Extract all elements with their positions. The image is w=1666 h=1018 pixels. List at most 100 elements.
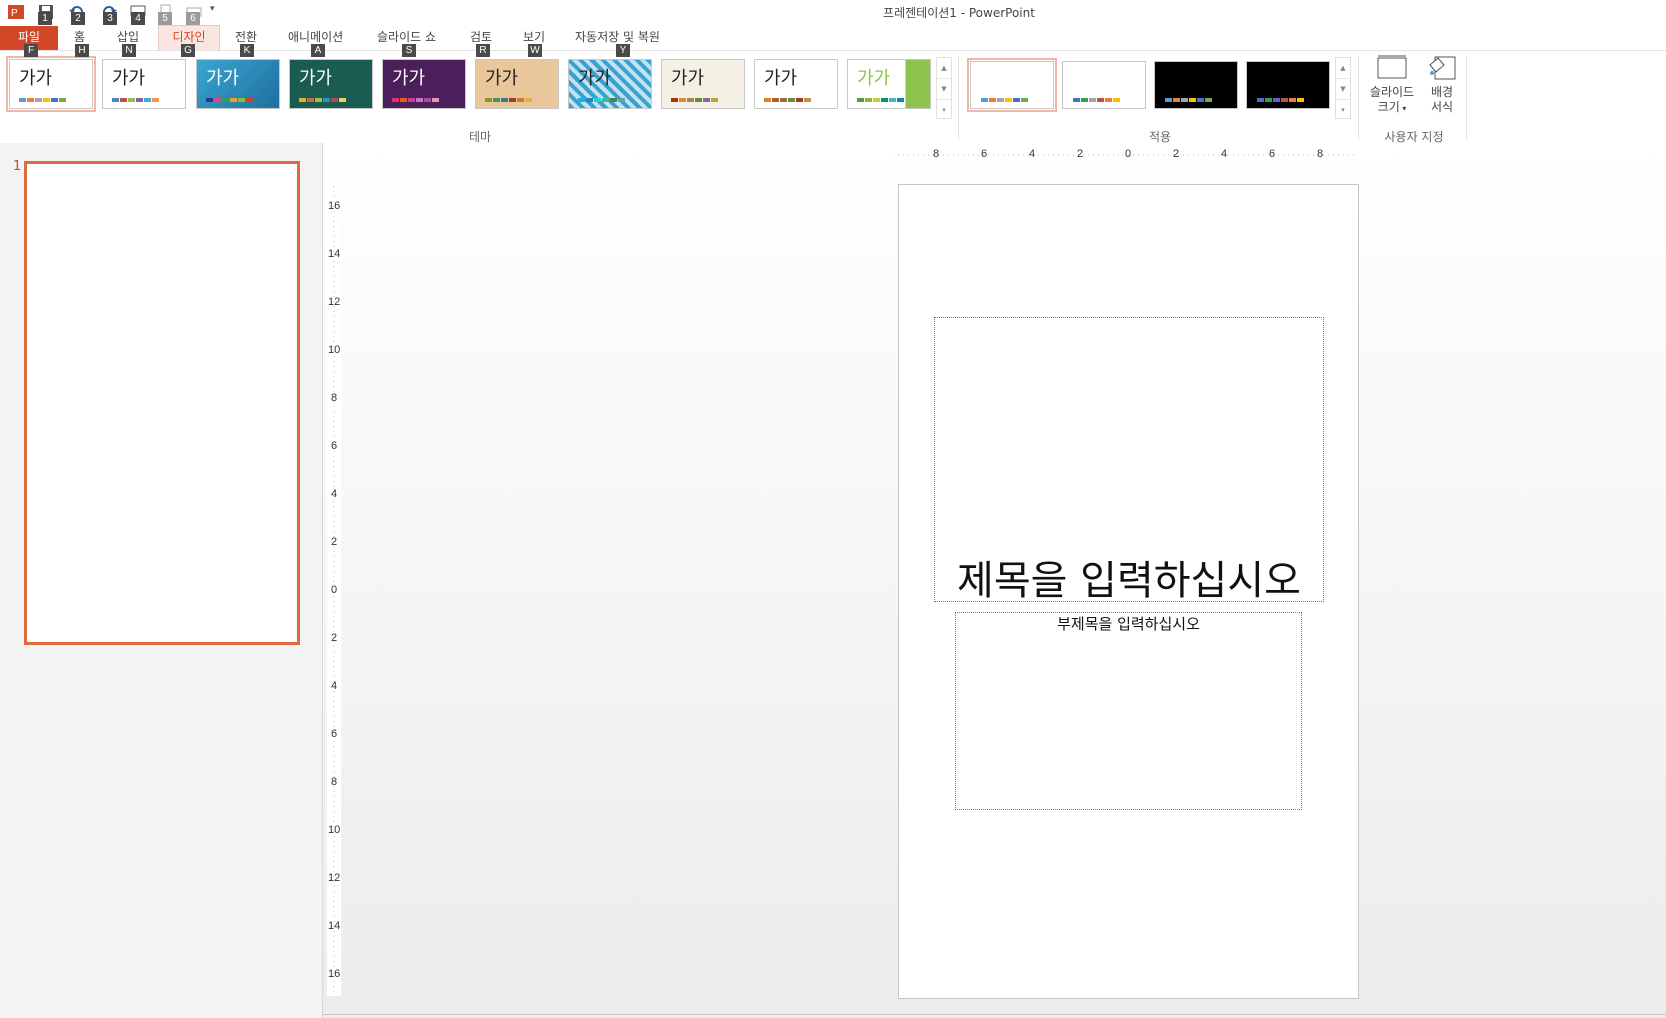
ruler-label: 6 [331,440,338,452]
variant-3[interactable] [1154,61,1238,109]
slide-size-button[interactable]: 슬라이드 크기 ▾ [1364,55,1420,116]
keytip-qat-4: 4 [131,12,145,25]
ruler-label: 2 [1173,148,1180,160]
ruler-label: 0 [1125,148,1132,160]
themes-gallery-scroller[interactable]: ▲ ▼ ▾ [936,57,952,119]
theme-office-2[interactable]: 가가 [102,59,186,109]
theme-swatches [857,98,905,102]
theme-retrospect[interactable]: 가가 [568,59,652,109]
variant-swatches [981,98,1029,102]
ruler-label: 12 [328,872,341,884]
theme-swatches [392,98,440,102]
ruler-label: 8 [331,776,338,788]
keytip-slideshow: S [402,44,416,57]
keytip-view: W [528,44,542,57]
gallery-more-icon[interactable]: ▾ [1336,100,1350,120]
keytip-qat-3: 3 [103,12,117,25]
ruler-label: 10 [328,824,341,836]
format-background-label-2: 서식 [1430,100,1454,114]
variant-swatches [1257,98,1305,102]
theme-ion[interactable]: 가가 [289,59,373,109]
ruler-label: 0 [331,584,338,596]
variant-swatches [1165,98,1213,102]
theme-sample-text: 가가 [206,68,240,89]
ruler-label: 14 [328,248,341,260]
variant-1[interactable] [967,58,1057,112]
ruler-label: 2 [331,536,338,548]
slide-size-icon [1377,55,1407,81]
gallery-down-icon[interactable]: ▼ [937,79,951,100]
ruler-label: 4 [1221,148,1228,160]
ruler-label: 2 [1077,148,1084,160]
ruler-label: 4 [331,488,338,500]
format-background-button[interactable]: 배경 서식 [1422,55,1462,115]
ruler-label: 6 [1269,148,1276,160]
ruler-label: 2 [331,632,338,644]
theme-organic[interactable]: 가가 [475,59,559,109]
theme-swatches [578,98,626,102]
subtitle-placeholder-text: 부제목을 입력하십시오 [1057,615,1200,633]
keytip-home: H [75,44,89,57]
slide-size-label-1: 슬라이드 [1369,85,1415,99]
keytip-transitions: K [240,44,254,57]
theme-sample-text: 가가 [19,68,53,89]
title-placeholder-text: 제목을 입력하십시오 [957,558,1301,604]
theme-sample-text: 가가 [392,68,426,89]
theme-swatches [299,98,347,102]
keytip-insert: N [122,44,136,57]
slide-size-label-2: 크기 [1377,100,1400,114]
theme-wisp[interactable]: 가가 [754,59,838,109]
keytip-qat-6: 6 [186,12,200,25]
theme-ion-boardroom[interactable]: 가가 [382,59,466,109]
ruler-label: 6 [331,728,338,740]
theme-facet[interactable]: 가가 [196,59,280,109]
ruler-label: 4 [1029,148,1036,160]
gallery-up-icon[interactable]: ▲ [1336,58,1350,79]
gallery-down-icon[interactable]: ▼ [1336,79,1350,100]
subtitle-placeholder[interactable] [955,612,1302,810]
theme-sample-text: 가가 [857,68,891,89]
ruler-label: 14 [328,920,341,932]
gallery-more-icon[interactable]: ▾ [937,100,951,120]
horizontal-ruler[interactable]: 8 6 4 2 0 2 4 6 8 [898,148,1358,162]
theme-sample-text: 가가 [485,68,519,89]
theme-swatches [112,98,160,102]
theme-office[interactable]: 가가 [6,56,96,112]
keytip-qat-2: 2 [71,12,85,25]
variants-gallery-scroller[interactable]: ▲ ▼ ▾ [1335,57,1351,119]
variant-2[interactable] [1062,61,1146,109]
ruler-label: 6 [981,148,988,160]
keytip-file: F [24,44,38,57]
status-divider [323,1014,1666,1015]
ruler-label: 4 [331,680,338,692]
ruler-label: 16 [328,968,341,980]
keytip-qat-1: 1 [38,12,52,25]
keytip-design: G [181,44,195,57]
ruler-label: 16 [328,200,341,212]
ribbon-tabs: 파일 홈 삽입 디자인 전환 애니메이션 슬라이드 쇼 검토 보기 자동저장 및… [0,25,1666,57]
gallery-up-icon[interactable]: ▲ [937,58,951,79]
theme-sample-text: 가가 [299,68,333,89]
theme-swatches [206,98,254,102]
keytip-qat-5: 5 [158,12,172,25]
title-bar: P ▾ 1 2 3 4 5 6 프레젠테이션1 - PowerPoint [0,0,1666,26]
ruler-label: 12 [328,296,341,308]
keytip-animations: A [311,44,325,57]
theme-sample-text: 가가 [578,68,612,89]
theme-sample-text: 가가 [764,68,798,89]
theme-sample-text: 가가 [112,68,146,89]
window-title: 프레젠테이션1 - PowerPoint [883,6,1035,20]
vertical-ruler[interactable]: 16 14 12 10 8 6 4 2 0 2 4 6 8 10 12 14 1… [327,186,341,996]
ruler-label: 8 [933,148,940,160]
theme-integral[interactable]: 가가 [847,59,931,109]
format-background-icon [1427,55,1457,81]
slide-thumbnail[interactable] [24,161,300,645]
variant-swatches [1073,98,1121,102]
group-divider [958,56,959,140]
keytip-autosave: Y [616,44,630,57]
variant-4[interactable] [1246,61,1330,109]
theme-swatches [764,98,812,102]
theme-slice[interactable]: 가가 [661,59,745,109]
theme-swatches [19,98,67,102]
keytip-review: R [476,44,490,57]
